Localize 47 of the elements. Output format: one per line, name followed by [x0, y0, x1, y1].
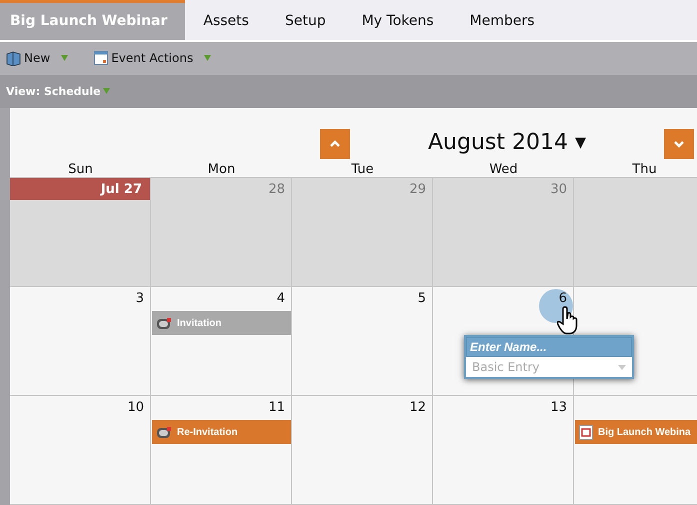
calendar-day-cell[interactable]: 12 — [292, 396, 433, 505]
dropdown-arrow-icon — [618, 364, 626, 370]
date-number: 10 — [127, 400, 144, 414]
date-number: 13 — [550, 400, 567, 414]
date-number: 5 — [418, 290, 426, 306]
dropdown-triangle-icon — [204, 55, 212, 62]
calendar-day-cell[interactable]: 10 — [10, 396, 151, 505]
date-number: 3 — [136, 290, 144, 306]
weekday-label: Wed — [488, 161, 519, 177]
calendar-day-cell[interactable]: 13 — [433, 396, 574, 505]
mailbox-icon — [156, 316, 172, 330]
date-number: 29 — [409, 182, 426, 196]
weekday-label: Thu — [631, 161, 658, 177]
date-number: 12 — [409, 400, 426, 414]
month-selector[interactable]: August 2014 ▾ — [350, 130, 664, 159]
weekday-label: Sun — [67, 161, 94, 177]
dropdown-triangle-icon — [61, 55, 68, 62]
chevron-up-icon — [329, 140, 341, 148]
today-date: Jul 27 — [10, 178, 150, 200]
weekday-label: Mon — [206, 161, 236, 177]
mailbox-icon — [156, 425, 172, 439]
nav-tab[interactable]: My Tokens — [344, 0, 452, 40]
calendar-day-cell[interactable]: 5 — [292, 287, 433, 396]
calendar-day-cell[interactable]: 4 Invitation — [151, 287, 292, 396]
nav-tab[interactable]: Members — [452, 0, 553, 40]
calendar-day-cell[interactable]: Jul 27 — [10, 177, 151, 287]
weekday-label: Tue — [350, 161, 375, 177]
dropdown-triangle-icon — [102, 88, 110, 94]
next-month-button[interactable] — [664, 129, 694, 159]
calendar-day-cell[interactable]: 3 — [10, 287, 151, 396]
calendar-day-cell[interactable]: 11 Re-Invitation — [151, 396, 292, 505]
name-input-field[interactable]: Enter Name... — [466, 337, 632, 357]
toolbar-menu-button[interactable]: New — [6, 50, 68, 66]
calendar-icon — [94, 51, 108, 66]
previous-month-button[interactable] — [320, 129, 350, 159]
calendar-page-icon — [579, 424, 593, 440]
date-number: 4 — [276, 290, 285, 306]
date-number: 30 — [550, 182, 567, 196]
nav-tab[interactable]: Setup — [266, 0, 344, 40]
date-number: 28 — [268, 182, 285, 196]
box-icon — [6, 50, 21, 66]
chevron-down-icon — [673, 140, 685, 148]
date-number: 11 — [268, 400, 285, 414]
date-number: 6 — [558, 290, 567, 306]
toolbar-menu-button[interactable]: Event Actions — [94, 51, 212, 66]
calendar-day-cell[interactable] — [574, 177, 697, 287]
nav-tab[interactable]: Assets — [185, 0, 267, 40]
